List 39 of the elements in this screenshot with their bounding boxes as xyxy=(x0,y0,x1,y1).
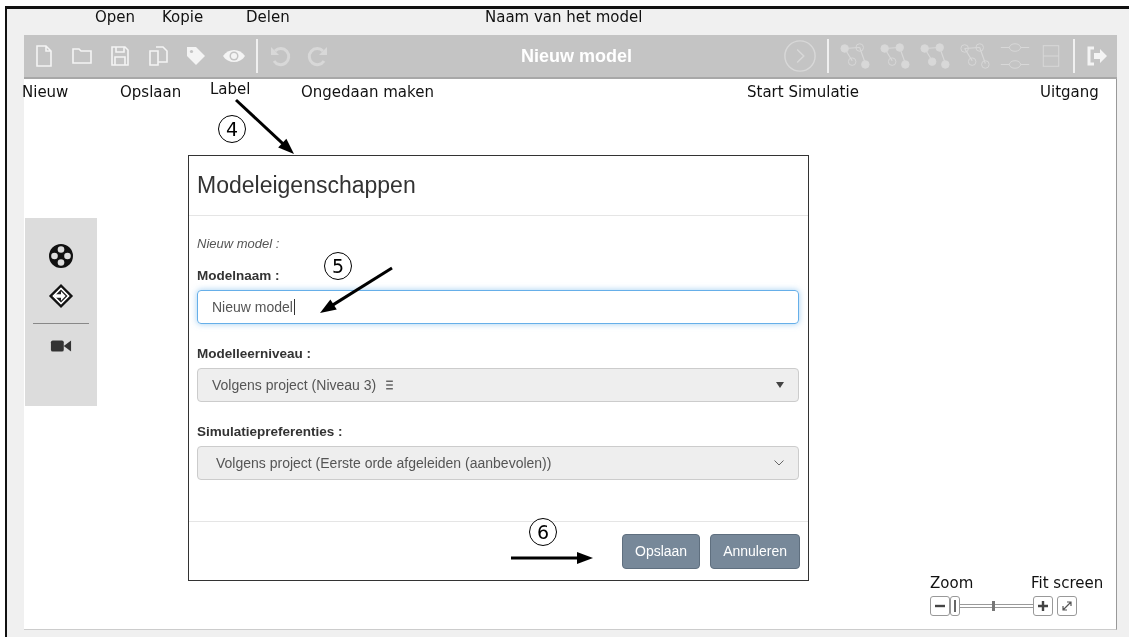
video-camera-icon[interactable] xyxy=(50,338,72,354)
annotation-label: Start Simulatie xyxy=(747,83,859,101)
zoom-in-button[interactable] xyxy=(1033,596,1053,616)
annotation-label: Opslaan xyxy=(120,83,182,101)
zoom-slider[interactable] xyxy=(950,596,1034,616)
input-field[interactable]: Nieuw model xyxy=(197,290,799,324)
annotation-label: Kopie xyxy=(162,8,204,26)
lines-icon xyxy=(386,380,394,390)
dialog-button[interactable]: Opslaan xyxy=(622,533,701,569)
annotation-label: Uitgang xyxy=(1040,83,1099,101)
annotation-label: Naam van het model xyxy=(485,8,643,26)
chevron-icon xyxy=(774,460,784,466)
save-icon[interactable] xyxy=(108,44,132,68)
annotation-label: Open xyxy=(95,8,136,26)
annotation-label: Delen xyxy=(246,8,290,26)
fit-screen-button[interactable] xyxy=(1057,596,1077,616)
annotation-label: Label xyxy=(210,80,251,98)
field-label: Modelleerniveau : xyxy=(197,346,312,361)
arrow-sign-icon[interactable] xyxy=(48,283,74,309)
copy-icon[interactable] xyxy=(146,44,170,68)
exit-icon[interactable] xyxy=(1085,44,1109,68)
model-title: Nieuw model xyxy=(520,45,633,67)
tag-icon[interactable] xyxy=(184,44,208,68)
film-reel-icon[interactable] xyxy=(48,243,74,269)
dialog-title: Modeleigenschappen xyxy=(197,172,416,199)
zoom-label: Zoom xyxy=(930,574,974,592)
section-subtitle: Nieuw model : xyxy=(197,236,280,251)
plus-icon xyxy=(1037,600,1049,612)
expand-icon xyxy=(1061,600,1073,612)
caret-icon xyxy=(776,382,784,388)
annotation-label: Ongedaan maken xyxy=(301,83,434,101)
dropdown[interactable]: Volgens project (Niveau 3) xyxy=(197,368,799,402)
annotation-label: Nieuw xyxy=(22,83,69,101)
dropdown[interactable]: Volgens project (Eerste orde afgeleiden (aanbevolen)) xyxy=(197,446,799,480)
zoom-out-button[interactable] xyxy=(930,596,950,616)
fit-screen-label: Fit screen xyxy=(1031,574,1104,592)
field-label: Modelnaam : xyxy=(197,268,280,283)
field-label: Simulatiepreferenties : xyxy=(197,424,343,439)
dialog-button[interactable]: Annuleren xyxy=(710,533,800,569)
